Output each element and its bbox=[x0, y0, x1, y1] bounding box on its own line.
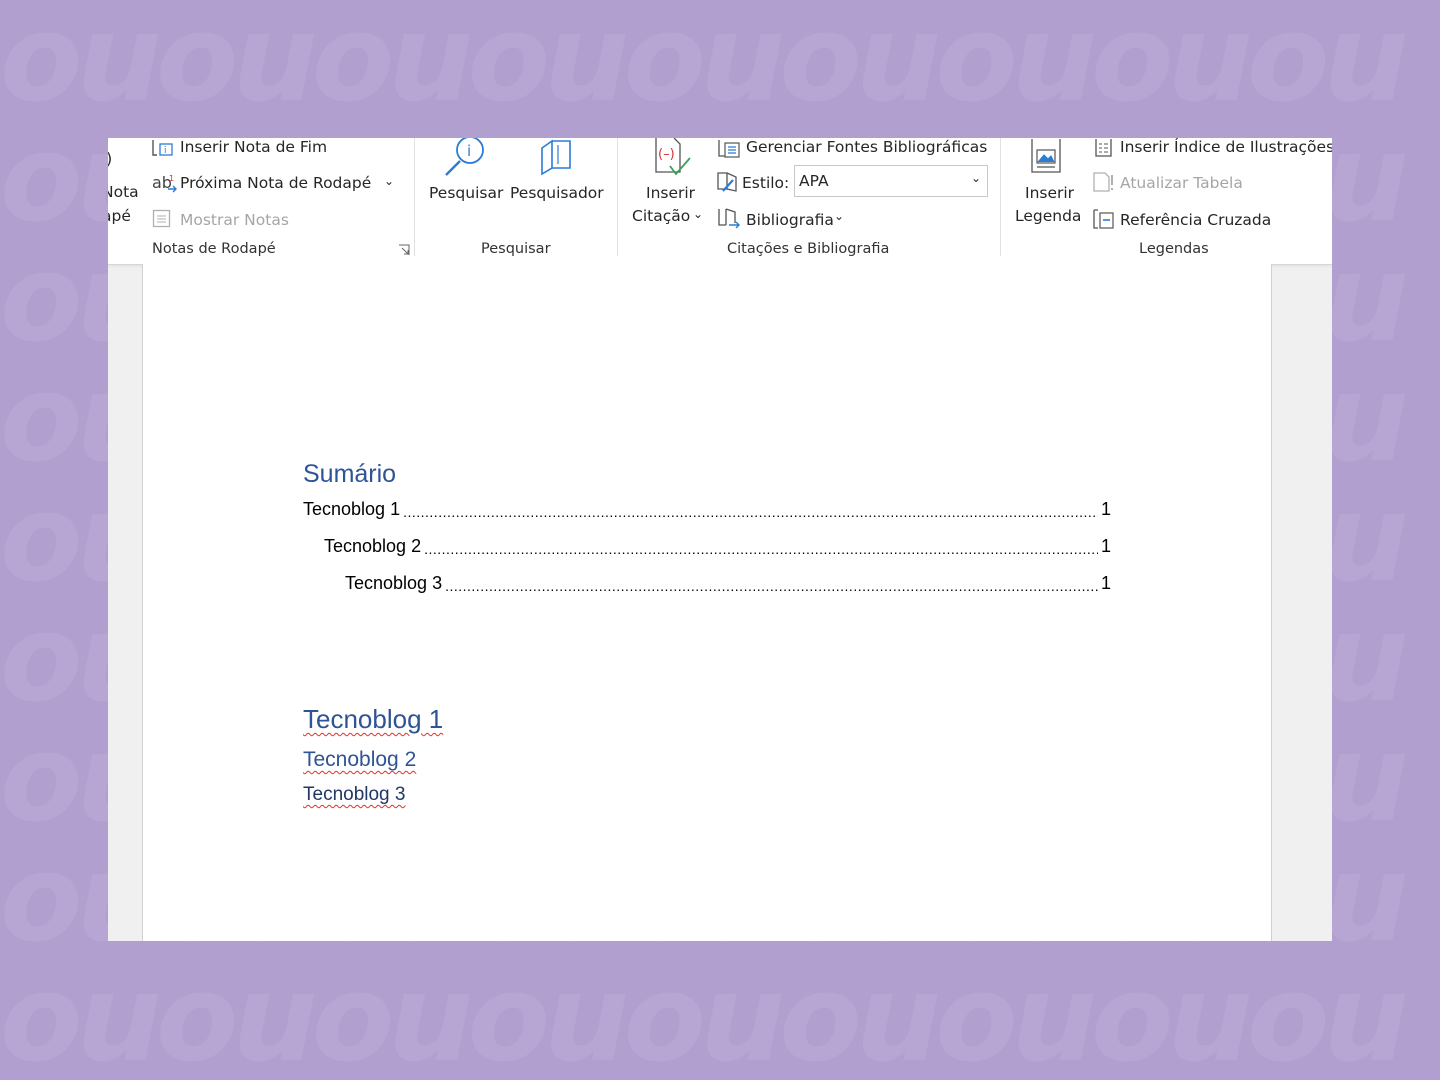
toc-entry-page: 1 bbox=[1100, 499, 1111, 519]
chevron-down-icon: ⌄ bbox=[970, 171, 981, 185]
toc-entry-page: 1 bbox=[1100, 536, 1111, 556]
researcher-label: Pesquisador bbox=[510, 184, 604, 202]
bibliography-label: Bibliografia bbox=[746, 211, 834, 229]
toc-entry-text: Tecnoblog 2 bbox=[324, 536, 422, 556]
endnote-icon: i bbox=[152, 140, 173, 156]
show-notes-label: Mostrar Notas bbox=[180, 211, 289, 229]
insert-caption-label-line1: Inserir bbox=[1025, 184, 1075, 202]
toc-leader-dots: ........................................… bbox=[445, 578, 1098, 594]
toc-leader-dots: ........................................… bbox=[403, 504, 1098, 520]
toc-entry-text: Tecnoblog 1 bbox=[303, 499, 401, 519]
insert-footnote-label-line1: Nota bbox=[108, 183, 139, 201]
search-label: Pesquisar bbox=[429, 184, 504, 202]
heading-2[interactable]: Tecnoblog 2 bbox=[303, 748, 416, 772]
insert-caption-icon bbox=[1031, 139, 1061, 173]
footnote-icon: ) bbox=[108, 149, 112, 168]
citations-group-label: Citações e Bibliografia bbox=[727, 241, 890, 257]
toc-entry[interactable]: Tecnoblog 1 ............................… bbox=[303, 496, 1111, 520]
group-separator bbox=[617, 138, 618, 256]
search-icon: i bbox=[445, 138, 484, 176]
style-dropdown[interactable]: APA ⌄ bbox=[794, 165, 988, 197]
style-icon bbox=[717, 172, 737, 192]
chevron-down-icon[interactable]: ⌄ bbox=[384, 174, 394, 188]
svg-text:i: i bbox=[467, 142, 471, 160]
bibliography-icon bbox=[718, 208, 740, 229]
update-table-icon bbox=[1093, 172, 1113, 192]
word-window: ) Nota apé i Inserir Nota de Fim ab 1 Pr… bbox=[108, 138, 1332, 941]
toc-entry-page: 1 bbox=[1100, 573, 1111, 593]
insert-citation-label-line1: Inserir bbox=[646, 184, 696, 202]
style-dropdown-value: APA bbox=[799, 172, 829, 190]
svg-text:(–): (–) bbox=[658, 147, 675, 162]
chevron-down-icon: ⌄ bbox=[834, 209, 845, 223]
style-label: Estilo: bbox=[742, 174, 790, 192]
insert-citation-label-line2: Citação bbox=[632, 207, 691, 225]
toc-entry-text: Tecnoblog 3 bbox=[345, 573, 443, 593]
update-table-label: Atualizar Tabela bbox=[1120, 174, 1243, 192]
insert-table-of-figures-label: Inserir Índice de Ilustrações bbox=[1120, 138, 1332, 156]
researcher-icon bbox=[541, 139, 571, 176]
heading-3[interactable]: Tecnoblog 3 bbox=[303, 784, 405, 806]
cross-reference-label: Referência Cruzada bbox=[1120, 211, 1272, 229]
insert-endnote-label: Inserir Nota de Fim bbox=[180, 138, 328, 156]
manage-sources-icon bbox=[718, 140, 740, 158]
toc-entry[interactable]: Tecnoblog 2 ............................… bbox=[324, 533, 1111, 557]
insert-footnote-label-line2: apé bbox=[108, 207, 131, 225]
document-page[interactable]: Sumário Tecnoblog 1 ....................… bbox=[142, 264, 1272, 941]
research-group-label: Pesquisar bbox=[481, 241, 551, 257]
captions-group-label: Legendas bbox=[1139, 241, 1209, 257]
dialog-launcher-icon[interactable] bbox=[398, 244, 410, 256]
svg-text:1: 1 bbox=[169, 174, 174, 183]
group-separator bbox=[1000, 138, 1001, 256]
toc-title: Sumário bbox=[303, 460, 397, 488]
toc-entry[interactable]: Tecnoblog 3 ............................… bbox=[345, 570, 1111, 594]
footnotes-group-label: Notas de Rodapé bbox=[152, 241, 276, 257]
svg-text:i: i bbox=[164, 146, 167, 156]
next-footnote-icon: ab 1 bbox=[152, 173, 177, 193]
insert-citation-icon: (–) bbox=[655, 138, 691, 176]
heading-1[interactable]: Tecnoblog 1 bbox=[303, 704, 443, 735]
group-separator bbox=[414, 138, 415, 256]
references-ribbon: ) Nota apé i Inserir Nota de Fim ab 1 Pr… bbox=[108, 138, 1332, 265]
insert-caption-label-line2: Legenda bbox=[1015, 207, 1082, 225]
next-footnote-label: Próxima Nota de Rodapé bbox=[180, 174, 372, 192]
table-of-figures-icon bbox=[1095, 139, 1112, 157]
manage-sources-label: Gerenciar Fontes Bibliográficas bbox=[746, 138, 988, 156]
chevron-down-icon: ⌄ bbox=[693, 207, 704, 221]
toc-leader-dots: ........................................… bbox=[424, 541, 1098, 557]
show-notes-icon bbox=[152, 209, 171, 228]
cross-reference-icon bbox=[1093, 209, 1114, 229]
